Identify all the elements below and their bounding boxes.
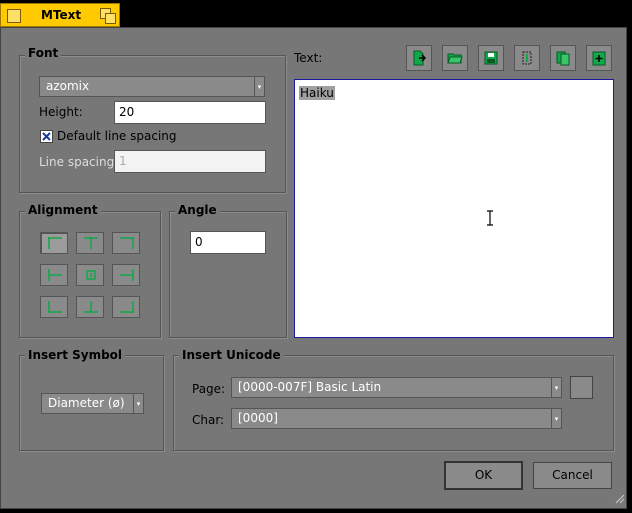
align-bottom-left-button[interactable] [40, 296, 68, 318]
window-title-tab[interactable]: MText [0, 3, 120, 27]
font-group-label: Font [25, 46, 62, 60]
save-icon [484, 51, 498, 65]
insert-char-button[interactable] [570, 376, 593, 399]
symbol-dropdown[interactable]: Diameter (ø) ▾ [41, 393, 144, 414]
insert-unicode-group [173, 355, 614, 451]
text-label: Text: [294, 51, 323, 65]
align-top-left-icon [48, 237, 62, 249]
copy-button[interactable] [550, 45, 576, 71]
close-icon[interactable] [7, 9, 21, 23]
align-top-right-icon [120, 237, 134, 249]
align-bottom-left-icon [48, 301, 62, 313]
align-bottom-center-icon [84, 301, 98, 313]
paste-button[interactable] [586, 45, 612, 71]
copy-icon [556, 51, 570, 66]
height-label: Height: [39, 105, 83, 119]
ok-button[interactable]: OK [444, 461, 523, 490]
align-top-right-button[interactable] [112, 232, 140, 254]
char-dropdown-value: [0000] [238, 411, 278, 425]
text-editor[interactable]: Haiku [294, 79, 614, 338]
chevron-down-icon: ▾ [133, 394, 143, 413]
chevron-down-icon: ▾ [551, 378, 561, 397]
open-button[interactable] [442, 45, 468, 71]
align-middle-right-icon [120, 269, 134, 281]
insert-unicode-group-label: Insert Unicode [179, 348, 284, 362]
alignment-group-label: Alignment [25, 203, 101, 217]
char-dropdown[interactable]: [0000] ▾ [231, 408, 562, 429]
check-icon [42, 132, 51, 141]
cancel-button[interactable]: Cancel [533, 462, 612, 489]
text-cursor-icon [487, 210, 493, 226]
insert-text-icon [522, 51, 532, 65]
default-spacing-label: Default line spacing [57, 129, 177, 143]
insert-text-button[interactable] [514, 45, 540, 71]
import-button[interactable] [406, 45, 432, 71]
default-spacing-checkbox[interactable] [40, 130, 53, 143]
text-content[interactable]: Haiku [299, 86, 335, 100]
font-dropdown-value: azomix [46, 79, 90, 93]
save-button[interactable] [478, 45, 504, 71]
align-middle-right-button[interactable] [112, 264, 140, 286]
font-dropdown[interactable]: azomix ▾ [39, 76, 265, 97]
align-middle-center-icon [86, 270, 96, 280]
resize-grip-icon[interactable] [613, 492, 625, 504]
import-icon [413, 50, 427, 66]
align-middle-left-icon [48, 269, 62, 281]
align-bottom-right-icon [120, 301, 134, 313]
window-title: MText [41, 8, 82, 22]
char-label: Char: [192, 413, 225, 427]
align-top-center-icon [84, 237, 98, 249]
chevron-down-icon: ▾ [254, 77, 264, 96]
align-top-left-button[interactable] [40, 232, 68, 254]
page-dropdown-value: [0000-007F] Basic Latin [238, 380, 382, 394]
chevron-down-icon: ▾ [551, 409, 561, 428]
mtext-dialog: Font azomix ▾ Height: 20 Default line sp… [0, 27, 627, 509]
page-dropdown[interactable]: [0000-007F] Basic Latin ▾ [231, 377, 562, 398]
page-label: Page: [192, 382, 226, 396]
line-spacing-label: Line spacing: [39, 155, 119, 169]
align-bottom-right-button[interactable] [112, 296, 140, 318]
insert-symbol-group-label: Insert Symbol [25, 348, 126, 362]
angle-input[interactable]: 0 [190, 231, 266, 254]
paste-icon [592, 51, 606, 66]
height-input[interactable]: 20 [114, 101, 266, 124]
align-bottom-center-button[interactable] [76, 296, 104, 318]
angle-group-label: Angle [175, 203, 220, 217]
zoom-icon-part [105, 13, 116, 24]
align-middle-center-button[interactable] [76, 264, 104, 286]
open-folder-icon [447, 53, 463, 64]
align-middle-left-button[interactable] [40, 264, 68, 286]
line-spacing-input[interactable]: 1 [114, 150, 266, 173]
symbol-dropdown-value: Diameter (ø) [48, 396, 125, 410]
align-top-center-button[interactable] [76, 232, 104, 254]
